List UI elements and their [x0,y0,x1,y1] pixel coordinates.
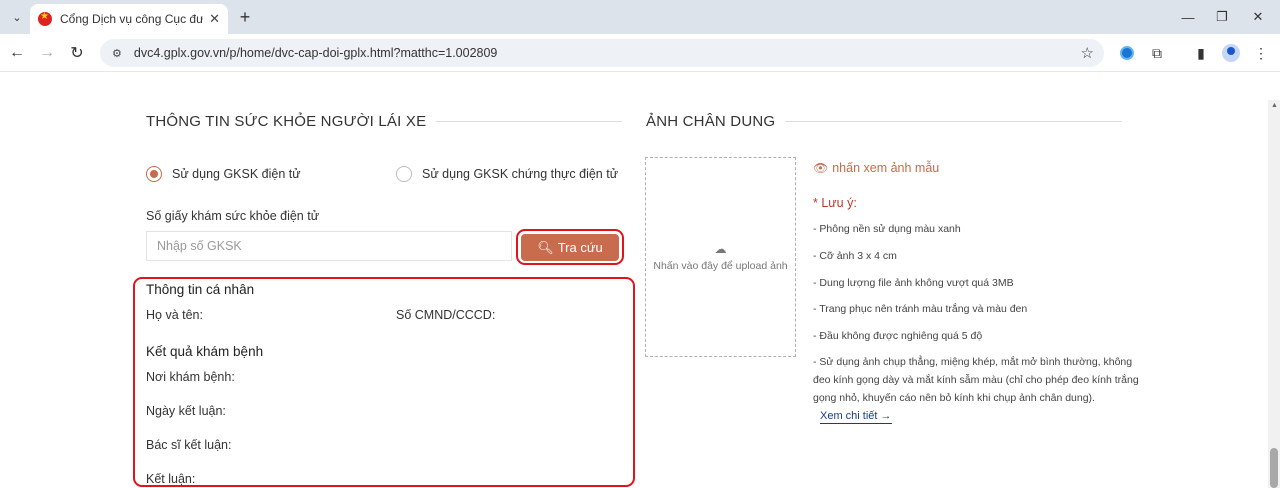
page-viewport: THÔNG TIN SỨC KHỎE NGƯỜI LÁI XE Sử dụng … [0,72,1268,488]
note-item: - Phông nền sử dụng màu xanh [813,223,961,235]
site-info-icon[interactable]: ⚙ [112,47,122,60]
eye-icon: 👁︎ [813,161,829,175]
new-tab-plus-icon[interactable]: + [234,6,256,28]
note-item: - Dung lượng file ảnh không vượt quá 3MB [813,277,1014,289]
side-panel-icon[interactable]: ▮ [1190,42,1212,64]
conclusion-doctor-label: Bác sĩ kết luận: [146,438,232,452]
radio-gksk-electronic-label: Sử dụng GKSK điện tử [172,167,301,181]
radio-gksk-certified-label: Sử dụng GKSK chứng thực điện tử [422,167,619,181]
view-sample-photo-link[interactable]: 👁︎ nhấn xem ảnh mẫu [813,161,939,175]
portrait-upload-area[interactable]: ☁ Nhấn vào đây để upload ảnh [645,157,796,357]
radio-gksk-certified[interactable]: Sử dụng GKSK chứng thực điện tử [396,166,618,182]
personal-info-title: Thông tin cá nhân [146,282,255,297]
search-icon: 🔍︎ [537,239,554,255]
section-divider [436,121,622,122]
tab-search-chevron-icon[interactable]: ⌄ [6,6,28,28]
portrait-section-title: ẢNH CHÂN DUNG [646,113,776,130]
note-item: - Trang phục nên tránh màu trắng và màu … [813,303,1028,315]
scrollbar-thumb[interactable] [1270,448,1278,488]
portrait-section-header: ẢNH CHÂN DUNG [646,113,1122,130]
menu-kebab-icon[interactable]: ⋮ [1250,42,1272,64]
address-bar[interactable]: ⚙ dvc4.gplx.gov.vn/p/home/dvc-cap-doi-gp… [100,39,1104,67]
note-item: - Cỡ ảnh 3 x 4 cm [813,250,897,262]
browser-tab-active[interactable]: Cổng Dịch vụ công Cục đường ✕ [30,4,228,34]
forward-arrow-icon[interactable]: → [36,42,58,64]
tab-title: Cổng Dịch vụ công Cục đường [60,12,204,26]
note-item: - Sử dụng ảnh chụp thẳng, miệng khép, mắ… [813,356,1133,368]
bookmark-star-icon[interactable]: ☆ [1081,44,1094,62]
gksk-number-label: Số giấy khám sức khỏe điện tử [146,209,320,223]
section-divider [785,121,1122,122]
page-scrollbar[interactable]: ▲ [1268,100,1280,488]
note-item: gọng nhỏ, khuyến cáo nên bỏ kính khi chụ… [813,392,1095,404]
view-details-link[interactable]: Xem chi tiết → [820,410,892,424]
window-minimize-icon[interactable]: — [1176,6,1200,28]
radio-checked-icon[interactable] [146,166,162,182]
site-favicon-icon [38,11,52,26]
note-item: đeo kính gọng dày và mắt kính sẫm màu (c… [813,374,1139,386]
reload-icon[interactable]: ↻ [66,42,88,64]
scroll-up-arrow-icon[interactable]: ▲ [1271,102,1278,109]
exam-place-label: Nơi khám bệnh: [146,370,235,384]
back-arrow-icon[interactable]: ← [6,42,28,64]
radio-gksk-electronic[interactable]: Sử dụng GKSK điện tử [146,166,301,182]
browser-tab-bar: ⌄ Cổng Dịch vụ công Cục đường ✕ + — ❐ ✕ [0,0,1280,34]
health-section-header: THÔNG TIN SỨC KHỎE NGƯỜI LÁI XE [146,113,622,130]
view-sample-photo-label: nhấn xem ảnh mẫu [832,161,940,175]
full-name-label: Họ và tên: [146,308,203,322]
search-gksk-button[interactable]: 🔍︎ Tra cứu [521,234,619,261]
note-item: - Đầu không được nghiêng quá 5 độ [813,330,983,342]
extension-media-icon[interactable] [1116,42,1138,64]
upload-instruction: Nhấn vào đây để upload ảnh [653,260,788,272]
radio-unchecked-icon[interactable] [396,166,412,182]
cloud-upload-icon: ☁ [714,242,727,256]
url-text: dvc4.gplx.gov.vn/p/home/dvc-cap-doi-gplx… [133,46,498,60]
health-section-title: THÔNG TIN SỨC KHỎE NGƯỜI LÁI XE [146,113,427,130]
window-close-icon[interactable]: ✕ [1246,6,1270,28]
search-button-label: Tra cứu [557,240,603,255]
conclusion-date-label: Ngày kết luận: [146,404,226,418]
tab-close-icon[interactable]: ✕ [209,11,220,27]
note-title: * Lưu ý: [813,196,857,210]
gksk-number-input[interactable] [146,231,512,261]
window-restore-icon[interactable]: ❐ [1210,6,1234,28]
extensions-puzzle-icon[interactable]: ⧉ [1146,42,1168,64]
id-number-label: Số CMND/CCCD: [396,308,496,322]
conclusion-label: Kết luận: [146,472,196,486]
profile-avatar-icon[interactable] [1220,42,1242,64]
browser-toolbar: ← → ↻ ⚙ dvc4.gplx.gov.vn/p/home/dvc-cap-… [0,34,1280,72]
exam-result-title: Kết quả khám bệnh [146,344,264,359]
